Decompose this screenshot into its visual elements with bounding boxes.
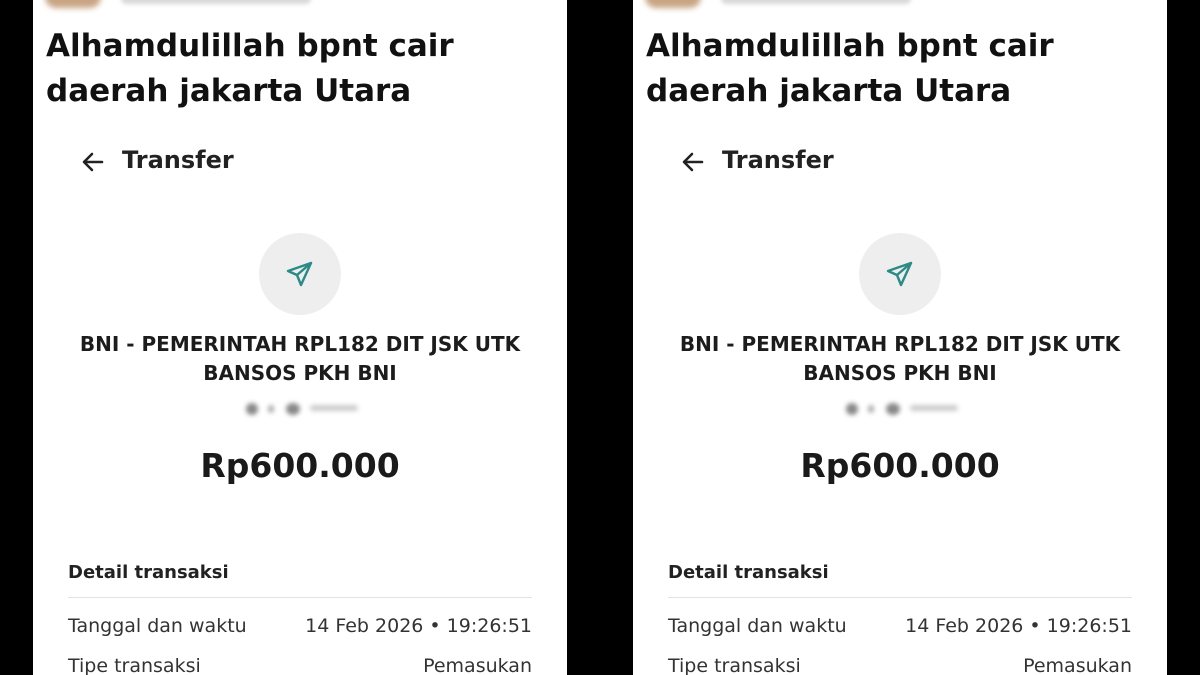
account-number-redacted: [238, 400, 363, 418]
post-title: Alhamdulillah bpnt cair daerah jakarta U…: [46, 28, 454, 109]
arrow-left-icon[interactable]: [679, 148, 707, 176]
detail-label-datetime: Tanggal dan waktu: [68, 615, 247, 637]
section-title-detail: Detail transaksi: [668, 562, 829, 583]
divider: [68, 597, 532, 598]
detail-value-type: Pemasukan: [423, 655, 532, 675]
detail-label-type: Tipe transaksi: [668, 655, 801, 675]
detail-label-datetime: Tanggal dan waktu: [668, 615, 847, 637]
username-redacted: [121, 0, 311, 4]
transfer-icon-badge: [259, 233, 341, 315]
screenshot-panel-left: Alhamdulillah bpnt cair daerah jakarta U…: [33, 0, 567, 675]
recipient-name: BNI - PEMERINTAH RPL182 DIT JSK UTK BANS…: [79, 332, 521, 385]
arrow-left-icon[interactable]: [79, 148, 107, 176]
screen-title: Transfer: [722, 146, 834, 174]
screen-title: Transfer: [122, 146, 234, 174]
screenshot-panel-right: Alhamdulillah bpnt cair daerah jakarta U…: [633, 0, 1167, 675]
transfer-icon-badge: [859, 233, 941, 315]
transfer-amount: Rp600.000: [200, 446, 400, 485]
section-title-detail: Detail transaksi: [68, 562, 229, 583]
detail-value-datetime: 14 Feb 2026 • 19:26:51: [905, 615, 1132, 637]
post-title: Alhamdulillah bpnt cair daerah jakarta U…: [646, 28, 1054, 109]
paper-plane-icon: [886, 261, 913, 287]
paper-plane-icon: [286, 261, 313, 287]
transfer-amount: Rp600.000: [800, 446, 1000, 485]
account-number-redacted: [838, 400, 963, 418]
detail-value-type: Pemasukan: [1023, 655, 1132, 675]
detail-label-type: Tipe transaksi: [68, 655, 201, 675]
avatar: [45, 0, 101, 8]
recipient-name: BNI - PEMERINTAH RPL182 DIT JSK UTK BANS…: [679, 332, 1121, 385]
divider: [668, 597, 1132, 598]
detail-value-datetime: 14 Feb 2026 • 19:26:51: [305, 615, 532, 637]
username-redacted: [721, 0, 911, 4]
avatar: [645, 0, 701, 8]
